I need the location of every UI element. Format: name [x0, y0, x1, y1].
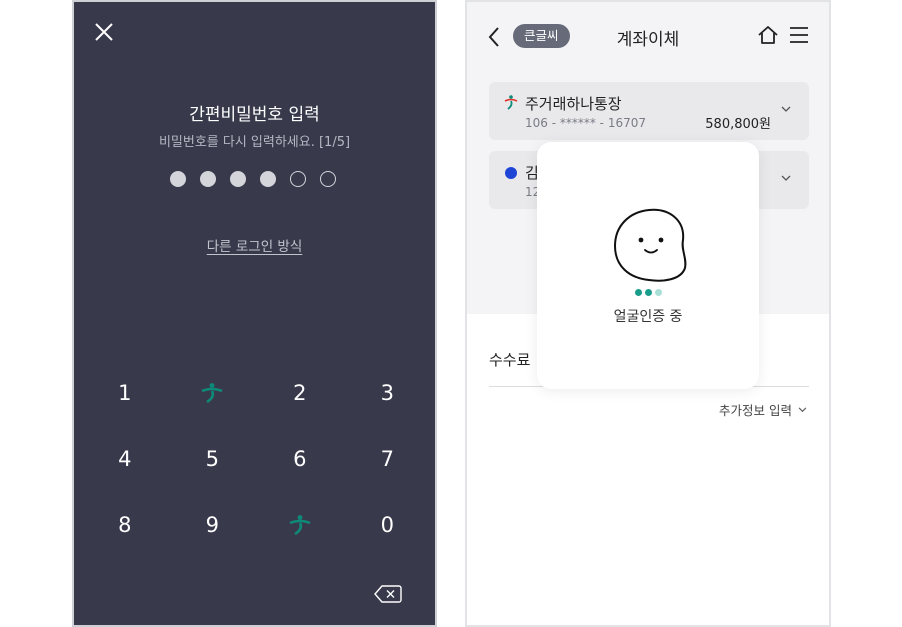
pin-dot-empty	[320, 171, 336, 187]
account-name: 주거래하나통장	[525, 95, 622, 113]
keypad-key-5[interactable]: 5	[169, 426, 257, 492]
home-icon[interactable]	[757, 24, 779, 46]
fee-label: 수수료 !	[489, 351, 542, 369]
pin-subtitle: 비밀번호를 다시 입력하세요. [1/5]	[158, 135, 351, 150]
face-auth-popup: 얼굴인증 중	[537, 142, 759, 389]
hana-logo-icon	[504, 95, 518, 110]
pin-dot-empty	[290, 171, 306, 187]
pin-screen: 간편비밀번호 입력 비밀번호를 다시 입력하세요. [1/5] 다른 로그인 방…	[72, 0, 437, 627]
pin-dots	[170, 171, 336, 187]
close-icon[interactable]	[92, 20, 116, 44]
account-card-primary[interactable]: 주거래하나통장 106 - ****** - 16707 580,800원	[489, 82, 809, 140]
keypad-key-6[interactable]: 6	[256, 426, 344, 492]
chevron-down-icon	[781, 106, 791, 112]
keypad-logo-key[interactable]	[169, 360, 257, 426]
account-number: 106 - ****** - 16707	[525, 116, 646, 130]
pin-dot-filled	[200, 171, 216, 187]
pin-dot-filled	[230, 171, 246, 187]
alt-login-link[interactable]: 다른 로그인 방식	[74, 235, 435, 255]
loading-dot	[635, 289, 642, 296]
backspace-icon[interactable]	[374, 584, 402, 604]
hana-logo-icon	[201, 383, 223, 404]
keypad-key-9[interactable]: 9	[169, 492, 257, 558]
menu-icon[interactable]	[789, 26, 809, 44]
extra-info-toggle[interactable]: 추가정보 입력	[719, 400, 807, 419]
extra-info-label: 추가정보 입력	[719, 403, 792, 418]
pin-dot-filled	[260, 171, 276, 187]
large-font-toggle[interactable]: 큰글씨	[513, 24, 570, 48]
keypad-key-8[interactable]: 8	[81, 492, 169, 558]
face-icon	[613, 208, 687, 282]
face-auth-status: 얼굴인증 중	[613, 309, 683, 325]
keypad-logo-key[interactable]	[256, 492, 344, 558]
pin-dot-filled	[170, 171, 186, 187]
loading-indicator	[635, 289, 662, 296]
pin-title: 간편비밀번호 입력	[189, 105, 320, 125]
back-arrow-icon[interactable]	[487, 26, 501, 48]
keypad-key-7[interactable]: 7	[344, 426, 432, 492]
bank-dot-icon	[505, 167, 517, 179]
loading-dot	[655, 289, 662, 296]
chevron-down-icon	[798, 406, 807, 412]
keypad-key-1[interactable]: 1	[81, 360, 169, 426]
chevron-down-icon	[781, 175, 791, 181]
keypad-key-3[interactable]: 3	[344, 360, 432, 426]
keypad-key-4[interactable]: 4	[81, 426, 169, 492]
keypad-key-0[interactable]: 0	[344, 492, 432, 558]
keypad: 1 23 4567 89 0	[81, 360, 431, 558]
account-balance: 580,800원	[705, 117, 771, 132]
keypad-key-2[interactable]: 2	[256, 360, 344, 426]
hana-logo-icon	[289, 515, 311, 536]
loading-dot	[645, 289, 652, 296]
